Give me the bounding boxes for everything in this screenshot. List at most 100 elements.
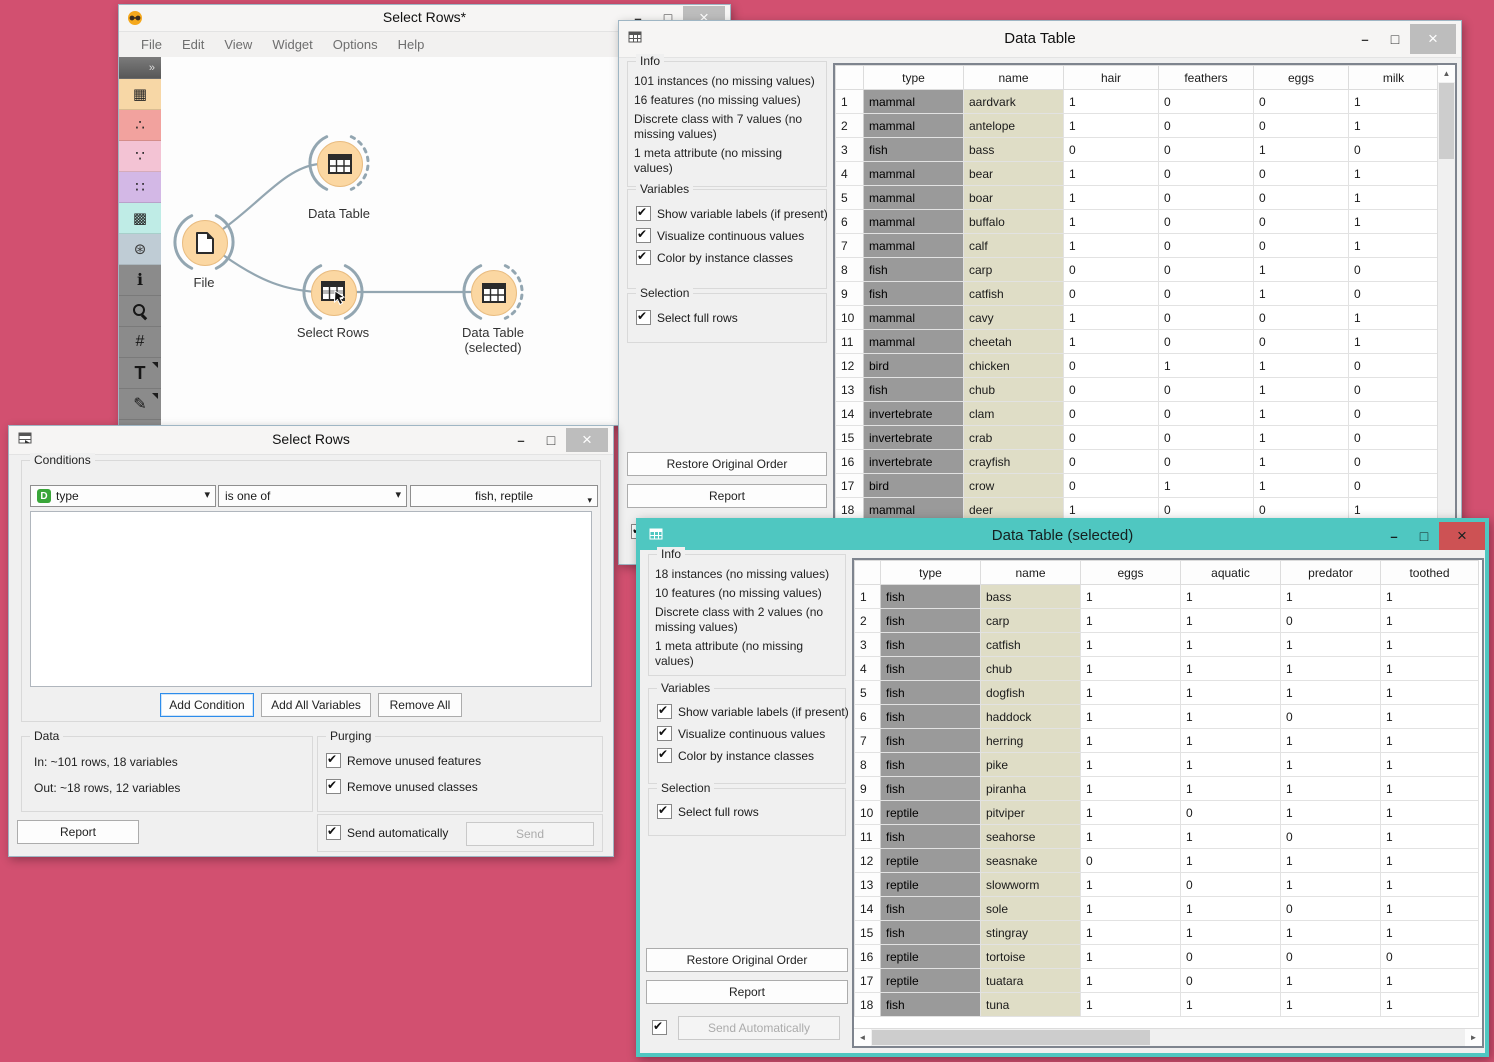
table-cell[interactable]: 12: [855, 849, 881, 873]
table-cell[interactable]: fish: [881, 681, 981, 705]
table-cell[interactable]: 1: [1254, 402, 1349, 426]
table-cell[interactable]: 13: [836, 378, 864, 402]
table-row[interactable]: 13fishchub0010: [836, 378, 1439, 402]
table-cell[interactable]: 0: [1254, 306, 1349, 330]
table-cell[interactable]: 1: [1349, 210, 1439, 234]
table-row[interactable]: 3fishcatfish1111: [855, 633, 1479, 657]
table-cell[interactable]: mammal: [864, 306, 964, 330]
table-row[interactable]: 3fishbass0010: [836, 138, 1439, 162]
maximize-button[interactable]: [1409, 526, 1439, 546]
table-cell[interactable]: 1: [1081, 633, 1181, 657]
table-cell[interactable]: 1: [1349, 162, 1439, 186]
close-button[interactable]: [1439, 522, 1485, 550]
select-full-rows-checkbox[interactable]: [657, 804, 672, 819]
table-cell[interactable]: seasnake: [981, 849, 1081, 873]
table-cell[interactable]: 1: [1181, 825, 1281, 849]
table-cell[interactable]: fish: [864, 258, 964, 282]
conditions-list[interactable]: [30, 511, 592, 687]
table-cell[interactable]: 14: [855, 897, 881, 921]
table-cell[interactable]: mammal: [864, 114, 964, 138]
table-cell[interactable]: 0: [1064, 258, 1159, 282]
table-cell[interactable]: 1: [1349, 234, 1439, 258]
table-cell[interactable]: fish: [881, 585, 981, 609]
add-all-variables-button[interactable]: Add All Variables: [261, 693, 371, 717]
table-cell[interactable]: 1: [1281, 729, 1381, 753]
table-row[interactable]: 4fishchub1111: [855, 657, 1479, 681]
table-cell[interactable]: 1: [1081, 777, 1181, 801]
node-data-table[interactable]: [317, 141, 363, 187]
table-cell[interactable]: 1: [1081, 585, 1181, 609]
table-cell[interactable]: 1: [1064, 90, 1159, 114]
send-automatically-checkbox[interactable]: [652, 1020, 667, 1035]
show-variable-labels-checkbox[interactable]: [657, 704, 672, 719]
table-cell[interactable]: piranha: [981, 777, 1081, 801]
maximize-button[interactable]: [1380, 29, 1410, 49]
scroll-up-arrow[interactable]: [1438, 65, 1455, 82]
table-cell[interactable]: carp: [981, 609, 1081, 633]
menu-file[interactable]: File: [131, 37, 172, 52]
table-cell[interactable]: 0: [1349, 258, 1439, 282]
table-cell[interactable]: antelope: [964, 114, 1064, 138]
table-cell[interactable]: fish: [881, 921, 981, 945]
visualize-continuous-checkbox[interactable]: [636, 228, 651, 243]
menu-view[interactable]: View: [214, 37, 262, 52]
table-cell[interactable]: 0: [1159, 138, 1254, 162]
col-header-aquatic[interactable]: aquatic: [1181, 561, 1281, 585]
table-cell[interactable]: 7: [855, 729, 881, 753]
table-cell[interactable]: 0: [1159, 162, 1254, 186]
table-cell[interactable]: 1: [1381, 873, 1479, 897]
table-cell[interactable]: 10: [836, 306, 864, 330]
table-cell[interactable]: 1: [1159, 354, 1254, 378]
table-cell[interactable]: 1: [1349, 330, 1439, 354]
table-cell[interactable]: 5: [855, 681, 881, 705]
table-cell[interactable]: seahorse: [981, 825, 1081, 849]
table-cell[interactable]: 14: [836, 402, 864, 426]
table-cell[interactable]: 0: [1159, 210, 1254, 234]
table-cell[interactable]: 1: [1254, 138, 1349, 162]
category-data-button[interactable]: ▦: [119, 79, 161, 110]
table-cell[interactable]: 1: [1064, 306, 1159, 330]
table-row[interactable]: 17birdcrow0110: [836, 474, 1439, 498]
table-row[interactable]: 10reptilepitviper1011: [855, 801, 1479, 825]
table-cell[interactable]: 0: [1349, 426, 1439, 450]
table-cell[interactable]: 1: [1281, 777, 1381, 801]
table-cell[interactable]: 6: [836, 210, 864, 234]
table-cell[interactable]: 1: [1181, 729, 1281, 753]
table-cell[interactable]: 15: [855, 921, 881, 945]
table-cell[interactable]: 0: [1349, 282, 1439, 306]
table-cell[interactable]: crow: [964, 474, 1064, 498]
table-row[interactable]: 6fishhaddock1101: [855, 705, 1479, 729]
table-cell[interactable]: tortoise: [981, 945, 1081, 969]
table-cell[interactable]: 1: [1381, 921, 1479, 945]
table-cell[interactable]: 16: [836, 450, 864, 474]
tool-info-button[interactable]: ℹ: [119, 265, 161, 296]
table-cell[interactable]: 1: [1254, 474, 1349, 498]
col-header-index[interactable]: [855, 561, 881, 585]
scrollbar-thumb[interactable]: [1439, 83, 1454, 159]
col-header-predator[interactable]: predator: [1281, 561, 1381, 585]
table-cell[interactable]: chub: [981, 657, 1081, 681]
report-button[interactable]: Report: [627, 484, 827, 508]
table-cell[interactable]: 0: [1159, 378, 1254, 402]
table-cell[interactable]: reptile: [881, 849, 981, 873]
table-cell[interactable]: 1: [1349, 186, 1439, 210]
color-by-class-checkbox[interactable]: [636, 250, 651, 265]
table-cell[interactable]: invertebrate: [864, 450, 964, 474]
table-cell[interactable]: 1: [1181, 681, 1281, 705]
table-cell[interactable]: fish: [881, 993, 981, 1017]
col-header-feathers[interactable]: feathers: [1159, 66, 1254, 90]
table-cell[interactable]: 1: [1381, 609, 1479, 633]
table-cell[interactable]: buffalo: [964, 210, 1064, 234]
table-cell[interactable]: invertebrate: [864, 402, 964, 426]
table-cell[interactable]: 2: [836, 114, 864, 138]
table-cell[interactable]: haddock: [981, 705, 1081, 729]
table-cell[interactable]: mammal: [864, 234, 964, 258]
col-header-type[interactable]: type: [881, 561, 981, 585]
table-cell[interactable]: 1: [1181, 921, 1281, 945]
table-cell[interactable]: 1: [1081, 729, 1181, 753]
table-cell[interactable]: crab: [964, 426, 1064, 450]
table-row[interactable]: 16invertebratecrayfish0010: [836, 450, 1439, 474]
table-cell[interactable]: 1: [1254, 378, 1349, 402]
table-cell[interactable]: 1: [855, 585, 881, 609]
menu-help[interactable]: Help: [388, 37, 435, 52]
